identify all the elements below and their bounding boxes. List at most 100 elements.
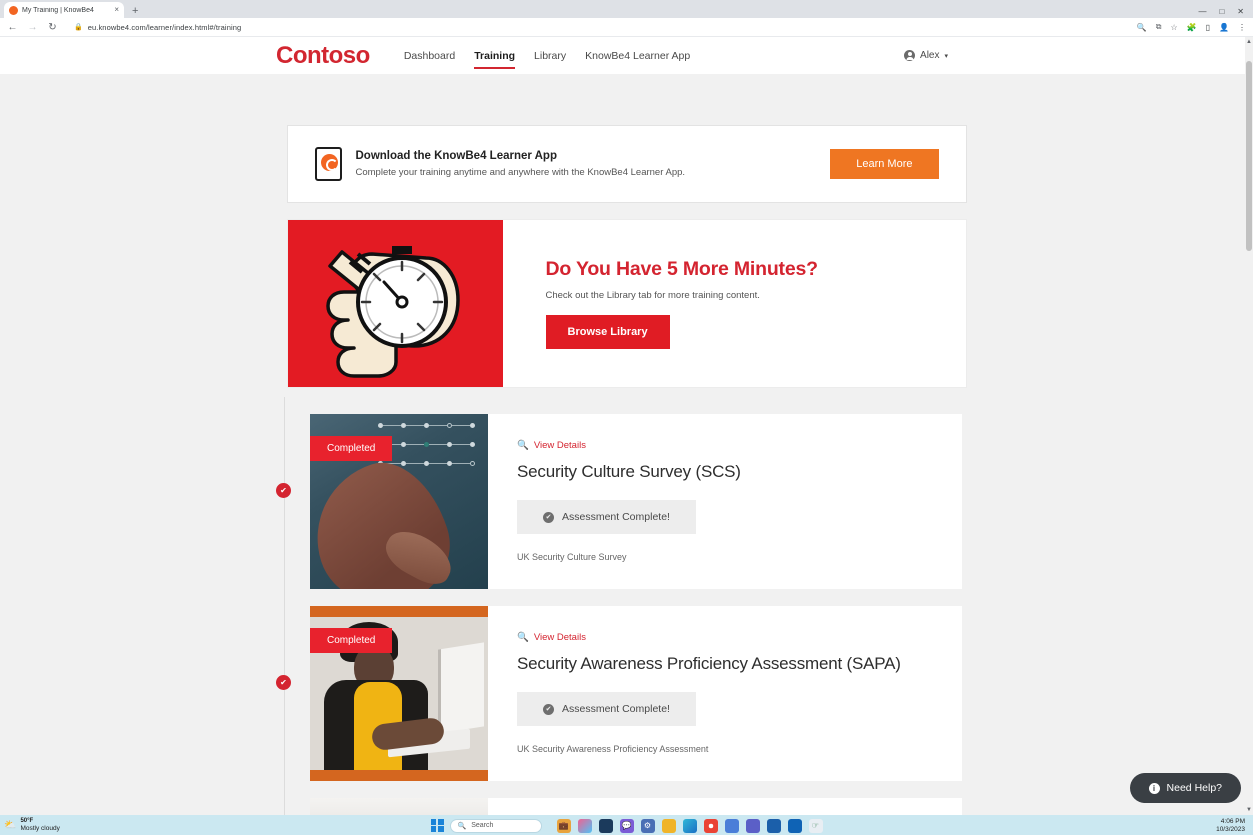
weather-description: Mostly cloudy [20,825,60,833]
clock-time: 4:06 PM [1220,818,1245,826]
need-help-label: Need Help? [1166,782,1222,794]
outlook-icon[interactable] [787,818,802,833]
file-explorer-icon[interactable] [598,818,613,833]
nav-item-learner-app[interactable]: KnowBe4 Learner App [585,37,690,74]
close-icon[interactable]: × [114,6,119,14]
browser-tab[interactable]: My Training | KnowBe4 × [4,2,124,18]
briefcase-icon[interactable]: 💼 [556,818,571,833]
hand-holding-stopwatch-illustration [287,220,503,387]
maximize-icon[interactable]: □ [1219,7,1224,16]
assessment-complete-button: ✔ Assessment Complete! [517,692,696,726]
banner-subtitle: Complete your training anytime and anywh… [355,167,686,178]
need-help-button[interactable]: i Need Help? [1129,773,1241,803]
page-viewport: Contoso Dashboard Training Library KnowB… [0,37,1253,815]
page-scrollbar[interactable]: ▲ ▼ [1245,37,1253,815]
course-description: UK Security Culture Survey [517,552,627,562]
bookmark-star-icon[interactable]: ☆ [1170,23,1177,32]
nav-item-training[interactable]: Training [474,37,515,74]
browser-toolbar: ← → ↻ 🔒 eu.knowbe4.com/learner/index.htm… [0,18,1253,37]
search-icon[interactable]: 🔍 [1137,23,1147,32]
banner-text: Download the KnowBe4 Learner App Complet… [356,150,831,178]
photos-icon[interactable] [577,818,592,833]
chrome-icon[interactable] [703,818,718,833]
lock-icon: 🔒 [74,24,83,31]
split-screen-icon[interactable]: ▯ [1206,23,1210,32]
magnifier-icon: 🔍 [517,440,529,451]
view-details-link[interactable]: 🔍 View Details [517,632,586,643]
nav-item-library[interactable]: Library [534,37,566,74]
chat-icon[interactable]: 💬 [619,818,634,833]
address-bar[interactable]: 🔒 eu.knowbe4.com/learner/index.html#/tra… [67,21,1128,34]
woman-at-computer-photo: Completed [310,606,488,781]
course-card: Completed 🔍 View Details Security Cultur… [310,414,962,589]
assessment-complete-button: ✔ Assessment Complete! [517,500,696,534]
teams-work-icon[interactable] [745,818,760,833]
weather-temperature: 50°F [20,818,34,825]
timeline-rail [284,397,285,815]
taskbar-clock[interactable]: 4:06 PM 10/3/2023 [1216,818,1245,833]
course-card: Completed 🔍 View Details Security Awaren… [310,606,962,781]
check-circle-icon: ✔ [543,511,554,523]
scroll-down-icon[interactable]: ▼ [1246,807,1252,813]
knowbe4-favicon [9,5,18,15]
magnifier-icon: 🔍 [517,632,529,643]
course-body: 🔍 View Details Security Awareness Profic… [488,606,962,781]
phone-app-icon [314,147,342,181]
minimize-icon[interactable]: — [1198,7,1206,16]
new-tab-button[interactable]: + [132,5,138,18]
view-details-label: View Details [533,440,586,451]
learner-app-banner: Download the KnowBe4 Learner App Complet… [286,125,967,203]
assessment-complete-label: Assessment Complete! [562,703,670,715]
url-text: eu.knowbe4.com/learner/index.html#/train… [87,22,242,32]
learn-more-button[interactable]: Learn More [830,149,939,179]
check-circle-icon: ✔ [543,703,554,715]
close-window-icon[interactable]: ✕ [1237,7,1244,16]
taskbar-center: 🔍 Search 💼 💬 ⚙ ☞ [430,818,823,833]
course-body: 🔍 View Details Security Culture Survey (… [488,414,962,589]
taskbar-app-icons: 💼 💬 ⚙ ☞ [556,818,823,833]
user-name: Alex [920,50,940,61]
weather-widget[interactable]: ⛅ 50°F Mostly cloudy [4,818,60,832]
browser-tab-strip: My Training | KnowBe4 × + — □ ✕ [0,0,1253,18]
taskbar-search-placeholder: Search [471,822,494,829]
forward-icon[interactable]: → [27,22,38,33]
folder-icon[interactable] [661,818,676,833]
course-body: ↓ Download Certificate 🔍 View Details 20… [488,798,962,815]
extensions-icon[interactable]: 🧩 [1187,23,1197,32]
taskbar-search[interactable]: 🔍 Search [449,818,542,833]
chevron-down-icon: ▾ [944,52,948,60]
browser-menu-icon[interactable]: ⋮ [1238,23,1246,32]
course-description: UK Security Awareness Proficiency Assess… [517,744,709,754]
meet-icon[interactable]: ☞ [808,818,823,833]
settings-icon[interactable]: ⚙ [640,818,655,833]
view-details-label: View Details [533,632,586,643]
scroll-up-icon[interactable]: ▲ [1246,39,1252,45]
view-details-link[interactable]: 🔍 View Details [517,440,586,451]
course-card: Completed ↓ Download Certificate 🔍 View … [310,798,962,815]
window-controls: — □ ✕ [1198,7,1253,18]
status-badge: Completed [310,628,393,653]
browser-tab-title: My Training | KnowBe4 [22,6,94,14]
avatar [904,50,916,61]
profile-icon[interactable]: 👤 [1219,23,1229,32]
brand-logo[interactable]: Contoso [276,42,370,70]
search-icon: 🔍 [457,822,467,830]
nav-item-dashboard[interactable]: Dashboard [404,37,455,74]
partly-cloudy-icon: ⛅ [4,819,17,831]
banner-title: Download the KnowBe4 Learner App [355,150,557,162]
back-icon[interactable]: ← [7,22,18,33]
edge-icon[interactable] [682,818,697,833]
hero-body: Do You Have 5 More Minutes? Check out th… [503,220,966,387]
windows-start-icon[interactable] [430,819,444,832]
scrollbar-thumb[interactable] [1246,61,1252,251]
user-menu[interactable]: Alex ▾ [904,50,948,61]
main-nav: Dashboard Training Library KnowBe4 Learn… [404,37,690,74]
windows-taskbar: ⛅ 50°F Mostly cloudy 🔍 Search 💼 💬 ⚙ ☞ 4:… [0,815,1253,835]
share-icon[interactable]: ⧉ [1156,22,1162,32]
teams-icon[interactable] [724,818,739,833]
finger-touching-survey-scale-photo: Completed [310,414,488,589]
store-icon[interactable] [766,818,781,833]
reload-icon[interactable]: ↻ [47,22,58,33]
browse-library-button[interactable]: Browse Library [545,315,670,349]
browser-toolbar-icons: 🔍 ⧉ ☆ 🧩 ▯ 👤 ⋮ [1137,22,1246,32]
